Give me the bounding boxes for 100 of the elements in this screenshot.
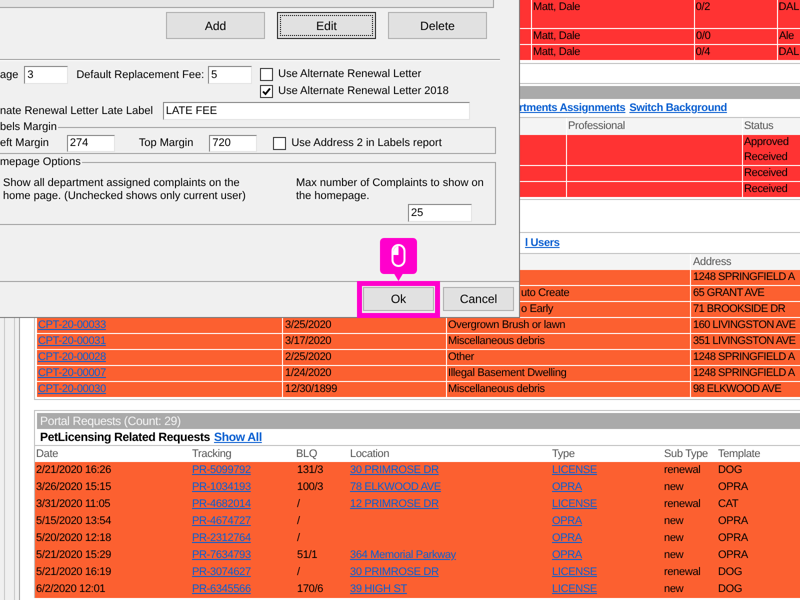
table-cell: 351 LIVINGSTON AVE xyxy=(691,334,800,349)
text-field[interactable]: 720 xyxy=(209,134,258,152)
type-link[interactable]: LICENSE xyxy=(552,496,597,513)
mouse-icon xyxy=(380,238,417,281)
table-cell-text: CAT xyxy=(718,497,738,512)
table-cell: 3/25/2020 xyxy=(283,318,446,333)
type-link[interactable]: OPRA xyxy=(552,479,582,496)
table-cell-text: DOG xyxy=(718,582,742,597)
table-cell-text: 131/3 xyxy=(297,463,324,478)
option-description: Max number of Complaints to show on the homepage. xyxy=(296,177,485,203)
table-cell: Other xyxy=(447,350,690,365)
table-cell-text: 5/21/2020 15:29 xyxy=(36,548,112,563)
table-cell-text: 5/20/2020 12:18 xyxy=(36,531,112,546)
column-header: Location xyxy=(350,447,390,462)
dialog-button[interactable]: Cancel xyxy=(443,287,514,311)
field-label: age xyxy=(0,68,18,83)
dialog-button[interactable]: Ok xyxy=(363,287,434,311)
table-cell-text: OPRA xyxy=(718,548,748,563)
table-cell-text: 3/31/2020 11:05 xyxy=(36,497,110,512)
table-cell: 1/24/2020 xyxy=(283,366,446,381)
column-header: Professional xyxy=(567,118,742,135)
column-header: Address xyxy=(691,254,800,270)
location-link[interactable]: 78 ELKWOOD AVE xyxy=(350,479,441,496)
tracking-link[interactable]: PR-6345566 xyxy=(192,581,251,598)
table-cell: 160 LIVINGSTON AVE xyxy=(691,318,800,333)
complaint-link[interactable]: CPT-20-00007 xyxy=(38,366,106,381)
location-link[interactable]: 12 PRIMROSE DR xyxy=(350,496,439,513)
type-link[interactable]: OPRA xyxy=(552,513,582,530)
table-cell: Received xyxy=(743,182,800,197)
text-field[interactable]: 274 xyxy=(66,134,115,152)
type-link[interactable]: LICENSE xyxy=(552,462,597,479)
table-cell: Received xyxy=(743,166,800,181)
checkbox[interactable] xyxy=(273,136,286,150)
group-label: bels Margin xyxy=(0,121,58,134)
table-cell-text: / xyxy=(297,565,300,580)
table-cell: uto Create xyxy=(519,286,690,301)
tracking-link[interactable]: PR-7634793 xyxy=(192,547,251,564)
table-cell: Approved Received xyxy=(743,135,800,165)
tracking-link[interactable]: PR-3074627 xyxy=(192,564,251,581)
tracking-link[interactable]: PR-4674727 xyxy=(192,513,251,530)
checkbox[interactable] xyxy=(260,85,274,98)
checkbox-label: Use Alternate Renewal Letter 2018 xyxy=(278,84,449,100)
table-cell: DAL xyxy=(778,45,800,60)
type-link[interactable]: LICENSE xyxy=(552,581,597,598)
tracking-link[interactable]: PR-1034193 xyxy=(192,479,251,496)
field-label: Default Replacement Fee: xyxy=(76,68,204,83)
text-field[interactable]: LATE FEE xyxy=(162,102,470,120)
section-subtitle: PetLicensing Related Requests xyxy=(40,429,210,446)
text-field[interactable]: 3 xyxy=(24,66,68,84)
text-field[interactable]: 25 xyxy=(408,204,472,222)
type-link[interactable]: LICENSE xyxy=(552,564,597,581)
location-link[interactable]: 30 PRIMROSE DR xyxy=(350,564,439,581)
table-cell: Matt, Dale xyxy=(532,45,694,60)
tracking-link[interactable]: PR-4682014 xyxy=(192,496,251,513)
table-cell xyxy=(520,0,531,28)
table-cell-text: DOG xyxy=(718,565,742,580)
table-cell xyxy=(520,45,531,60)
table-cell-text: DOG xyxy=(718,463,742,478)
checkbox-label: Use Address 2 in Labels report xyxy=(291,136,442,151)
dialog-button[interactable]: Edit xyxy=(277,12,376,39)
dialog-button[interactable]: Add xyxy=(166,12,265,39)
section-link[interactable]: rtments Assignments xyxy=(519,100,626,116)
tracking-link[interactable]: PR-2312764 xyxy=(192,530,251,547)
table-cell: 98 ELKWOOD AVE xyxy=(691,382,800,397)
column-header: Date xyxy=(36,447,58,462)
table-cell-text: 6/2/2020 12:01 xyxy=(36,582,106,597)
field-label: nate Renewal Letter Late Label xyxy=(0,104,153,119)
tracking-link[interactable]: PR-5099792 xyxy=(192,462,251,479)
complaint-link[interactable]: CPT-20-00030 xyxy=(38,382,106,397)
type-link[interactable]: OPRA xyxy=(552,530,582,547)
checkbox[interactable] xyxy=(260,68,274,81)
table-cell-text: / xyxy=(297,497,300,512)
show-all-link[interactable]: Show All xyxy=(214,428,262,446)
text-field[interactable]: 5 xyxy=(208,66,252,84)
location-link[interactable]: 364 Memorial Parkway xyxy=(350,547,456,564)
location-link[interactable]: 30 PRIMROSE DR xyxy=(350,462,439,479)
column-header: Template xyxy=(718,447,760,462)
table-cell-text: OPRA xyxy=(718,480,748,495)
location-link[interactable]: 39 HIGH ST xyxy=(350,581,407,598)
complaint-link[interactable]: CPT-20-00031 xyxy=(38,334,106,349)
table-cell: Matt, Dale xyxy=(532,0,694,28)
dialog-button[interactable]: Delete xyxy=(388,12,487,39)
table-cell-text: new xyxy=(664,548,684,563)
table-cell: 0/2 xyxy=(694,0,777,28)
table-cell: 0/0 xyxy=(695,29,777,44)
table-cell: Miscellaneous debris xyxy=(447,382,690,397)
complaint-link[interactable]: CPT-20-00028 xyxy=(38,350,106,365)
section-link[interactable]: l Users xyxy=(525,234,560,252)
type-link[interactable]: OPRA xyxy=(552,547,582,564)
complaint-link[interactable]: CPT-20-00033 xyxy=(38,318,106,333)
table-cell-text: new xyxy=(664,514,684,529)
table-cell xyxy=(520,182,566,197)
table-cell: 1248 SPRINGFIELD A xyxy=(691,270,800,285)
section-link[interactable]: Switch Background xyxy=(629,100,727,116)
field-label: Top Margin xyxy=(138,136,194,151)
table-cell-text: new xyxy=(664,582,684,597)
table-cell xyxy=(520,29,531,44)
table-cell-text: 5/21/2020 16:19 xyxy=(36,565,112,580)
table-cell: 2/25/2020 xyxy=(283,350,446,365)
table-cell: Matt, Dale xyxy=(532,29,694,44)
